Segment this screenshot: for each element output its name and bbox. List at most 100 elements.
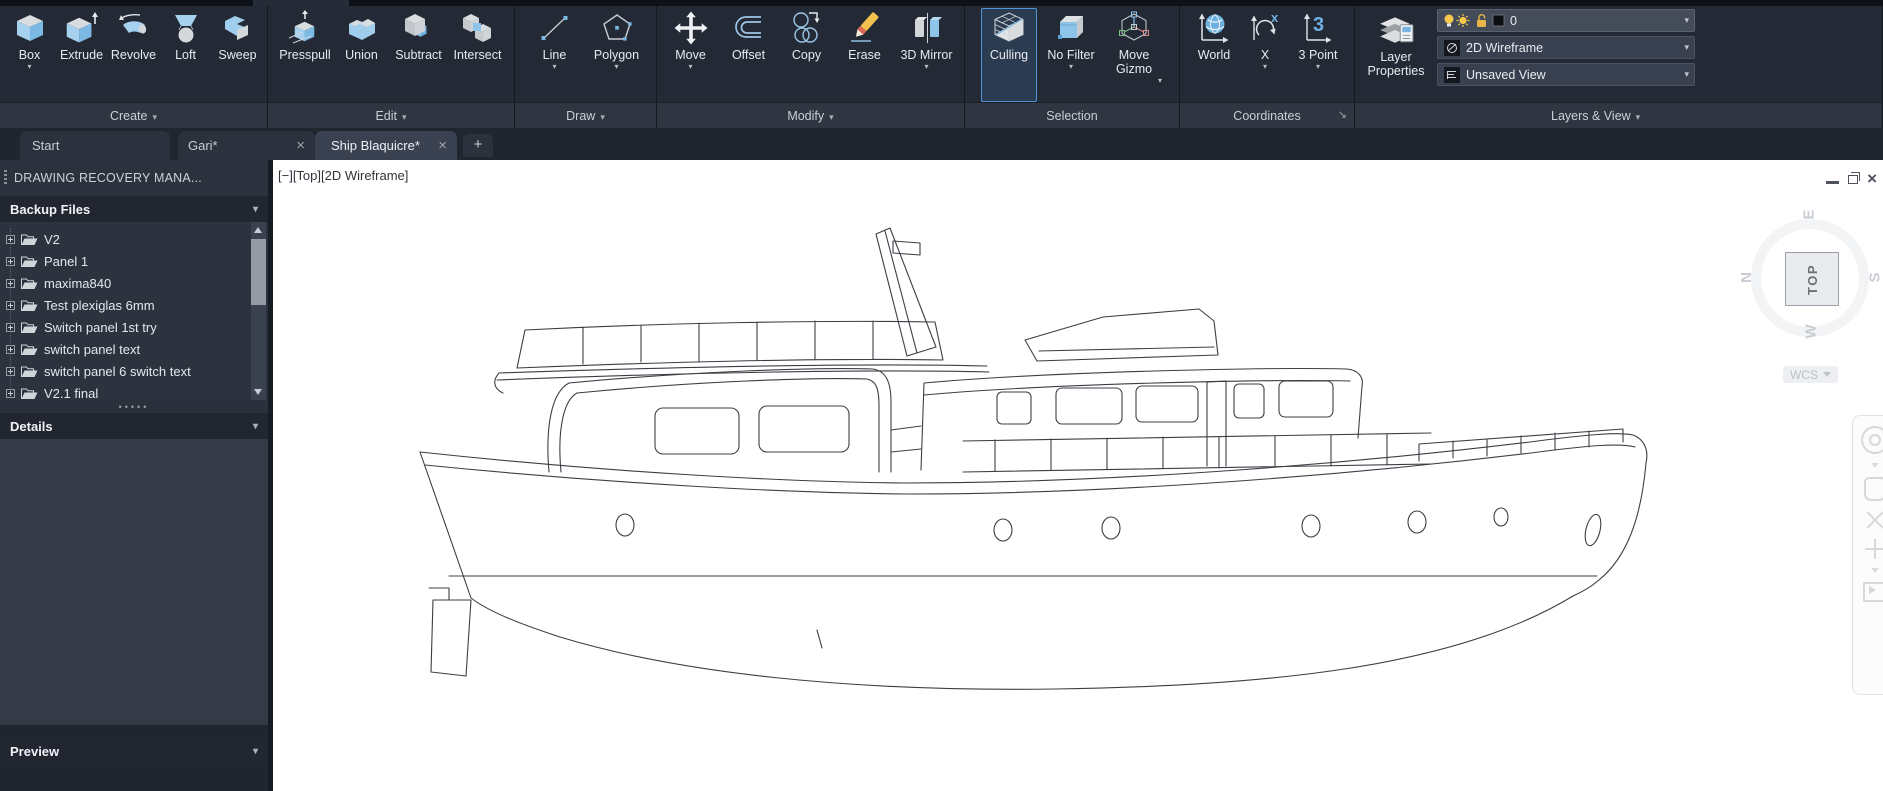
- offset-icon: [734, 16, 761, 38]
- expand-icon[interactable]: [6, 388, 15, 398]
- button-label: Intersect: [453, 48, 502, 62]
- view-value: Unsaved View: [1466, 67, 1546, 82]
- showmotion-icon[interactable]: [1863, 582, 1883, 602]
- new-tab-button[interactable]: [463, 134, 493, 157]
- move-gizmo-button[interactable]: Move Gizmo: [1105, 8, 1163, 102]
- main-area: DRAWING RECOVERY MANA... Backup Files V2…: [0, 160, 1883, 791]
- chevron-down-icon[interactable]: [1871, 463, 1879, 468]
- close-icon[interactable]: [438, 138, 447, 153]
- button-label: Polygon: [593, 48, 640, 62]
- drawing-viewport[interactable]: [−][Top][2D Wireframe] TOP E N W S WCS: [273, 160, 1883, 791]
- expand-icon[interactable]: [6, 278, 15, 288]
- chevron-down-icon: [1316, 62, 1320, 71]
- 3d-mirror-icon: [914, 13, 942, 43]
- compass-west[interactable]: W: [1803, 324, 1820, 338]
- backup-file-item[interactable]: V2: [0, 228, 268, 250]
- copy-button[interactable]: Copy: [779, 8, 835, 102]
- presspull-button[interactable]: Presspull: [277, 8, 334, 102]
- panel-launcher-icon[interactable]: [1338, 108, 1347, 121]
- line-button[interactable]: Line: [529, 8, 581, 102]
- visual-style-combo[interactable]: 2D Wireframe: [1437, 36, 1695, 59]
- panel-title-coordinates[interactable]: Coordinates: [1180, 102, 1354, 128]
- box-button[interactable]: Box: [5, 8, 55, 102]
- panel-title-draw[interactable]: Draw: [515, 102, 656, 128]
- chevron-down-icon: [153, 109, 158, 123]
- nav-wheel-icon[interactable]: [1861, 426, 1883, 454]
- wcs-menu[interactable]: WCS: [1783, 366, 1838, 383]
- details-header[interactable]: Details: [0, 413, 268, 439]
- view-combo[interactable]: Unsaved View: [1437, 63, 1695, 86]
- zoom-icon[interactable]: [1865, 510, 1883, 530]
- expand-icon[interactable]: [6, 322, 15, 332]
- tab-start[interactable]: Start: [20, 131, 170, 160]
- expand-icon[interactable]: [6, 366, 15, 376]
- world-icon: [1199, 13, 1229, 43]
- layer-combo[interactable]: 0: [1437, 9, 1695, 32]
- world-ucs-button[interactable]: World: [1188, 8, 1240, 102]
- close-icon[interactable]: [296, 138, 305, 153]
- folder-icon: [21, 388, 38, 399]
- union-button[interactable]: Union: [336, 8, 388, 102]
- scroll-down-icon[interactable]: [254, 389, 262, 395]
- panel-title-layers-view[interactable]: Layers & View: [1355, 102, 1882, 128]
- backup-file-item[interactable]: Panel 1: [0, 250, 268, 272]
- offset-button[interactable]: Offset: [721, 8, 777, 102]
- scrollbar-thumb[interactable]: [251, 239, 266, 305]
- compass-east[interactable]: E: [1801, 209, 1818, 219]
- 3d-mirror-button[interactable]: 3D Mirror: [895, 8, 959, 102]
- navigation-bar[interactable]: [1852, 415, 1883, 695]
- expand-icon[interactable]: [6, 344, 15, 354]
- intersect-button[interactable]: Intersect: [450, 8, 506, 102]
- move-button[interactable]: Move: [663, 8, 719, 102]
- polygon-button[interactable]: Polygon: [591, 8, 643, 102]
- 3-point-button[interactable]: 3 3 Point: [1290, 8, 1346, 102]
- minimize-icon[interactable]: [1826, 180, 1840, 184]
- viewport-controls-label[interactable]: [−][Top][2D Wireframe]: [278, 168, 408, 183]
- box-icon: [16, 15, 43, 41]
- extrude-button[interactable]: Extrude: [57, 8, 107, 102]
- orbit-icon[interactable]: [1865, 539, 1883, 559]
- no-filter-button[interactable]: No Filter: [1039, 8, 1103, 102]
- panel-splitter[interactable]: [0, 400, 268, 413]
- expand-icon[interactable]: [6, 256, 15, 266]
- button-label: 3D Mirror: [900, 48, 953, 62]
- tree-scrollbar[interactable]: [251, 222, 266, 400]
- loft-button[interactable]: Loft: [161, 8, 211, 102]
- revolve-button[interactable]: Revolve: [109, 8, 159, 102]
- panel-title-selection[interactable]: Selection: [965, 102, 1179, 128]
- expand-icon[interactable]: [6, 234, 15, 244]
- sweep-button[interactable]: Sweep: [213, 8, 263, 102]
- viewcube[interactable]: TOP: [1785, 252, 1839, 306]
- backup-file-item[interactable]: Switch panel 1st try: [0, 316, 268, 338]
- expand-icon[interactable]: [6, 300, 15, 310]
- button-label: Line: [542, 48, 567, 62]
- chevron-down-icon: [253, 746, 258, 757]
- backup-file-item[interactable]: Test plexiglas 6mm: [0, 294, 268, 316]
- tab-ship-blaquicre[interactable]: Ship Blaquicre*: [315, 131, 457, 160]
- panel-title-modify[interactable]: Modify: [657, 102, 964, 128]
- layer-properties-button[interactable]: Layer Properties: [1363, 8, 1429, 102]
- chevron-down-icon[interactable]: [1871, 568, 1879, 573]
- backup-file-item[interactable]: switch panel 6 switch text: [0, 360, 268, 382]
- panel-title-create[interactable]: Create: [0, 102, 267, 128]
- panel-title-edit[interactable]: Edit: [268, 102, 514, 128]
- backup-file-item[interactable]: switch panel text: [0, 338, 268, 360]
- tab-gari[interactable]: Gari*: [178, 131, 315, 160]
- x-axis-button[interactable]: x X: [1242, 8, 1288, 102]
- compass-south[interactable]: S: [1867, 272, 1883, 282]
- backup-file-item[interactable]: V2.1 final: [0, 382, 268, 400]
- backup-files-header[interactable]: Backup Files: [0, 196, 268, 222]
- grip-handle-icon[interactable]: [4, 170, 7, 186]
- preview-header[interactable]: Preview: [0, 738, 268, 764]
- erase-icon: [850, 12, 878, 42]
- button-label: Revolve: [110, 48, 157, 62]
- backup-file-item[interactable]: maxima840: [0, 272, 268, 294]
- restore-icon[interactable]: [1848, 171, 1861, 184]
- scroll-up-icon[interactable]: [254, 227, 262, 233]
- compass-north[interactable]: N: [1738, 272, 1755, 283]
- pan-icon[interactable]: [1864, 477, 1883, 501]
- subtract-button[interactable]: Subtract: [390, 8, 448, 102]
- close-icon[interactable]: [1867, 173, 1877, 185]
- culling-button[interactable]: Culling: [981, 8, 1037, 102]
- erase-button[interactable]: Erase: [837, 8, 893, 102]
